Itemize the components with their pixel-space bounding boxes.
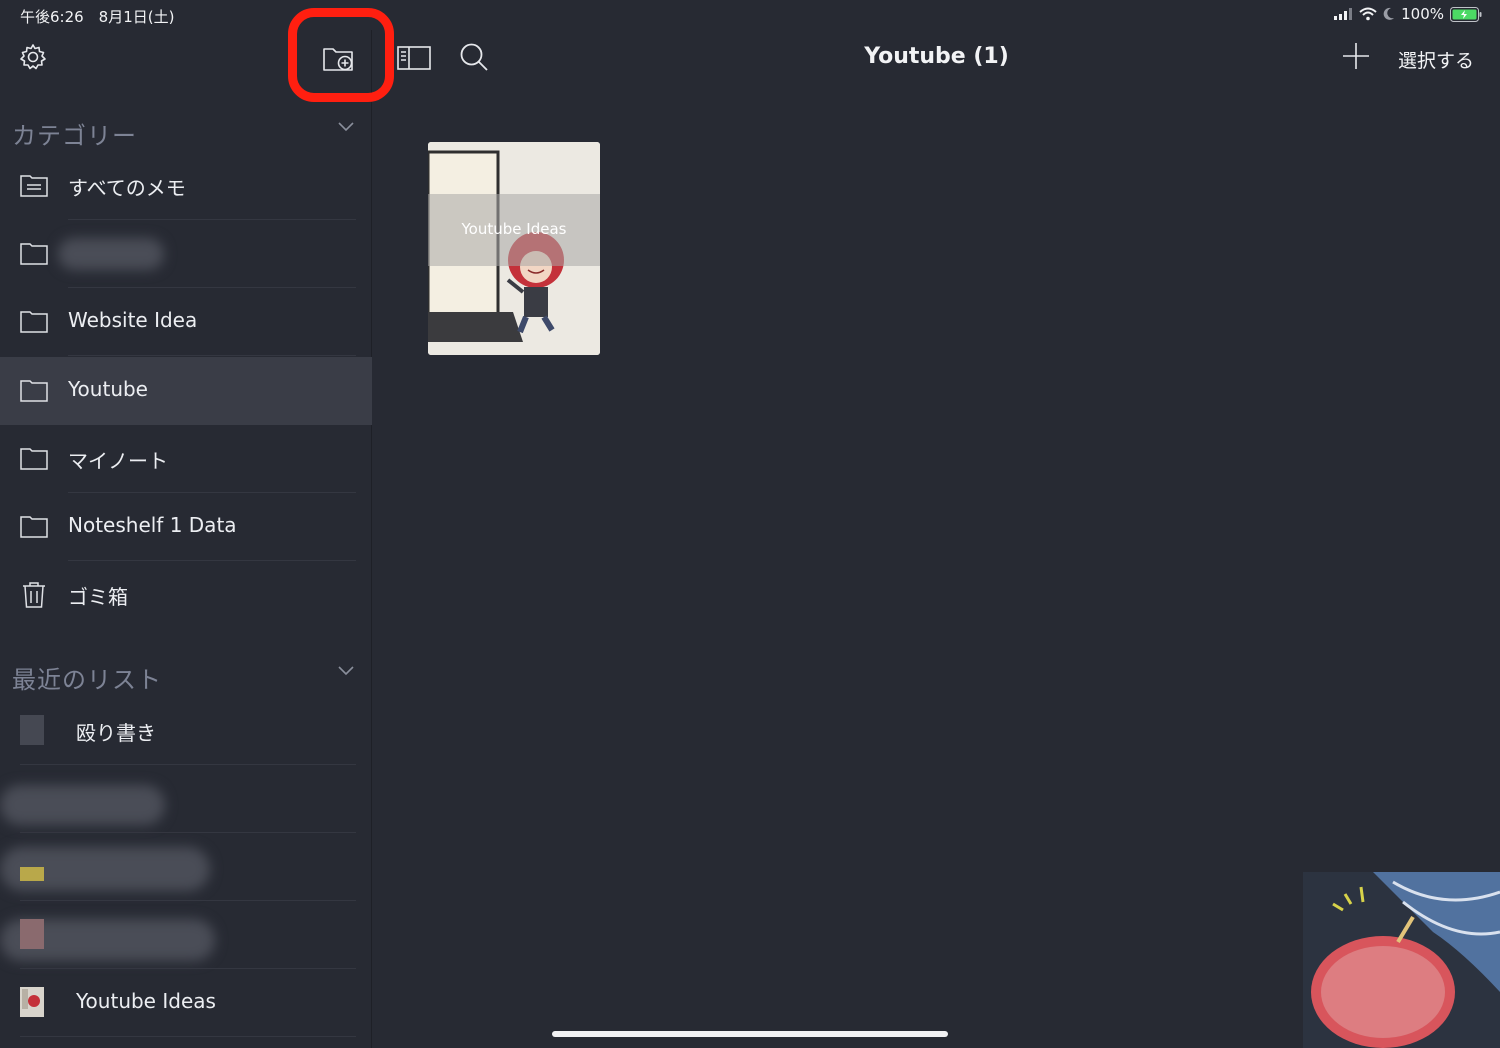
redacted-label bbox=[0, 785, 165, 825]
chevron-down-icon[interactable] bbox=[338, 122, 354, 132]
new-folder-icon[interactable] bbox=[322, 44, 356, 74]
recent-item-scribble[interactable]: 殴り書き bbox=[0, 697, 372, 765]
recent-item-label: 殴り書き bbox=[76, 721, 156, 745]
sidebar-item-label: Youtube bbox=[68, 377, 148, 401]
status-bar: 午後6:26 8月1日(土) 100% bbox=[0, 0, 1500, 30]
note-thumbnail bbox=[20, 867, 44, 881]
sidebar-item-all-notes[interactable]: すべてのメモ bbox=[0, 152, 372, 220]
sidebar-item-noteshelf-data[interactable]: Noteshelf 1 Data bbox=[0, 493, 372, 561]
folder-icon bbox=[20, 516, 48, 538]
wifi-icon bbox=[1359, 7, 1377, 21]
recent-item-youtube-ideas[interactable]: Youtube Ideas bbox=[0, 969, 372, 1037]
sidebar-item-label: マイノート bbox=[68, 449, 168, 473]
corner-mascot-illustration bbox=[1303, 872, 1500, 1048]
sidebar-item-my-notes[interactable]: マイノート bbox=[0, 425, 372, 493]
status-time: 午後6:26 8月1日(土) bbox=[20, 8, 175, 26]
sidebar-item-label: すべてのメモ bbox=[68, 176, 186, 200]
folder-icon bbox=[20, 243, 48, 265]
note-title: Youtube Ideas bbox=[461, 220, 567, 238]
note-thumbnail bbox=[20, 919, 44, 949]
page-title: Youtube (1) bbox=[864, 44, 1009, 69]
sidebar-item-label: Website Idea bbox=[68, 308, 198, 332]
signal-icon bbox=[1334, 8, 1353, 20]
status-indicators: 100% bbox=[1333, 5, 1482, 23]
all-notes-icon bbox=[20, 175, 48, 197]
folder-icon bbox=[20, 448, 48, 470]
categories-header[interactable]: カテゴリー bbox=[12, 112, 362, 152]
moon-icon bbox=[1383, 7, 1395, 20]
recent-item-redacted[interactable] bbox=[0, 765, 372, 833]
note-card[interactable]: Youtube Ideas bbox=[428, 142, 600, 355]
sidebar-item-trash[interactable]: ゴミ箱 bbox=[0, 561, 372, 629]
battery-icon bbox=[1450, 6, 1482, 22]
gear-icon[interactable] bbox=[18, 42, 48, 72]
folder-icon bbox=[20, 311, 48, 333]
select-button[interactable]: 選択する bbox=[1398, 46, 1474, 73]
home-indicator[interactable] bbox=[552, 1031, 948, 1037]
note-thumbnail bbox=[20, 715, 44, 745]
divider bbox=[68, 355, 356, 356]
recent-title: 最近のリスト bbox=[12, 666, 162, 694]
folder-icon bbox=[20, 380, 48, 402]
sidebar-item-redacted[interactable] bbox=[0, 220, 372, 288]
recent-item-redacted[interactable] bbox=[0, 833, 372, 901]
recent-item-redacted[interactable] bbox=[0, 901, 372, 969]
trash-icon bbox=[23, 582, 45, 608]
sidebar: カテゴリー すべてのメモ Website Idea Youtube マイノート … bbox=[0, 30, 372, 1048]
apple-mascot-icon bbox=[1303, 872, 1500, 1048]
divider bbox=[20, 1036, 356, 1037]
add-icon[interactable] bbox=[1342, 42, 1370, 70]
recent-item-label: Youtube Ideas bbox=[76, 989, 216, 1013]
character-thumbnail-icon bbox=[22, 989, 40, 1009]
redacted-label bbox=[58, 238, 164, 270]
recent-header[interactable]: 最近のリスト bbox=[12, 656, 362, 696]
battery-percent: 100% bbox=[1401, 5, 1444, 23]
sidebar-item-label: Noteshelf 1 Data bbox=[68, 513, 237, 537]
sidebar-item-label: ゴミ箱 bbox=[68, 585, 128, 609]
categories-title: カテゴリー bbox=[12, 122, 137, 150]
note-thumbnail bbox=[20, 987, 44, 1017]
sidebar-item-website-idea[interactable]: Website Idea bbox=[0, 288, 372, 356]
sidebar-item-youtube[interactable]: Youtube bbox=[0, 357, 372, 425]
chevron-down-icon[interactable] bbox=[338, 666, 354, 676]
